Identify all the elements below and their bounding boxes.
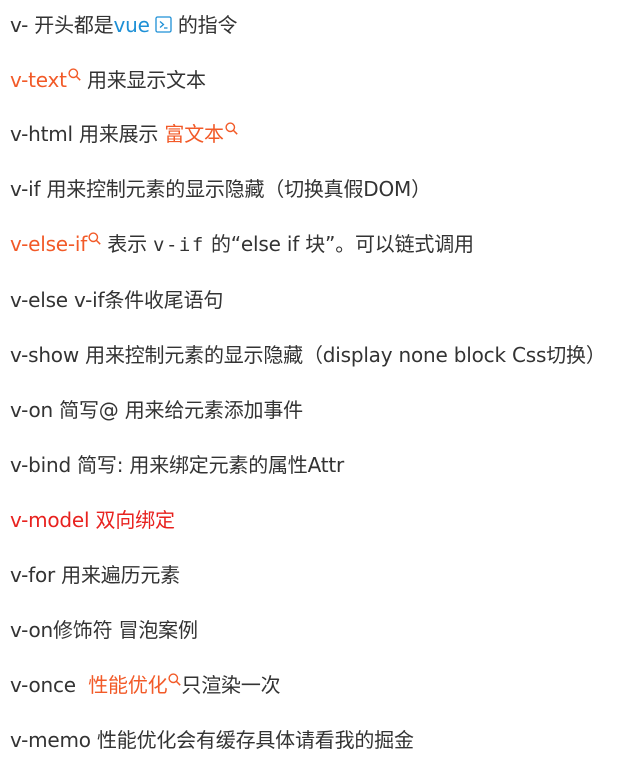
v-text-link[interactable]: v-text [10,68,67,92]
line-text: v-once [10,673,89,697]
line-text: v-for 用来遍历元素 [10,563,180,587]
directive-line-v-if: v-if 用来控制元素的显示隐藏（切换真假DOM） [10,174,431,204]
directive-line-v-show: v-show 用来控制元素的显示隐藏（display none block Cs… [10,340,606,370]
directive-line-v-html: v-html 用来展示 富文本 [10,119,238,149]
search-icon[interactable] [225,122,238,135]
line-text: v-if 用来控制元素的显示隐藏（切换真假DOM） [10,177,431,201]
directive-line-v-on: v-on 简写@ 用来给元素添加事件 [10,395,303,425]
highlighted-text: v-model 双向绑定 [10,508,175,532]
search-icon[interactable] [88,232,101,245]
line-text: v-else v-if条件收尾语句 [10,288,224,312]
search-icon[interactable] [168,673,182,686]
document-body: v- 开头都是vue 的指令 v-text 用来显示文本 v-html 用来展示… [0,0,639,762]
directive-line-vue-prefix: v- 开头都是vue 的指令 [10,10,237,40]
directive-line-v-else-if: v-else-if 表示 v-if 的“else if 块”。可以链式调用 [10,229,474,259]
line-text: 只渲染一次 [181,673,281,697]
vue-link[interactable]: vue [113,13,149,37]
line-text: 用来显示文本 [80,68,206,92]
line-text: 的“else if 块”。可以链式调用 [204,232,474,256]
line-text: v-on修饰符 冒泡案例 [10,618,198,642]
line-text: 的指令 [171,13,238,37]
directive-line-v-for: v-for 用来遍历元素 [10,560,180,590]
inline-code: v-if [153,234,205,256]
directive-line-v-on-modifiers: v-on修饰符 冒泡案例 [10,615,198,645]
directive-line-v-model: v-model 双向绑定 [10,505,175,535]
v-else-if-link[interactable]: v-else-if [10,232,87,256]
line-text: v-html 用来展示 [10,122,165,146]
line-text: v-memo 性能优化会有缓存具体请看我的掘金 [10,728,414,752]
directive-line-v-once: v-once 性能优化 只渲染一次 [10,670,281,700]
directive-line-v-text: v-text 用来显示文本 [10,65,206,95]
directive-line-v-else: v-else v-if条件收尾语句 [10,285,223,315]
performance-link[interactable]: 性能优化 [88,673,167,697]
line-text: v-on 简写@ 用来给元素添加事件 [10,398,303,422]
line-text: v- 开头都是 [10,13,114,37]
rich-text-link[interactable]: 富文本 [164,122,224,146]
directive-line-v-memo: v-memo 性能优化会有缓存具体请看我的掘金 [10,725,414,755]
directive-line-v-bind: v-bind 简写: 用来绑定元素的属性Attr [10,450,344,480]
search-icon[interactable] [68,68,81,81]
line-text: 表示 [101,232,154,256]
external-link-icon[interactable] [150,13,172,37]
line-text: v-bind 简写: 用来绑定元素的属性Attr [10,453,345,477]
line-text: v-show 用来控制元素的显示隐藏（display none block Cs… [10,343,606,367]
